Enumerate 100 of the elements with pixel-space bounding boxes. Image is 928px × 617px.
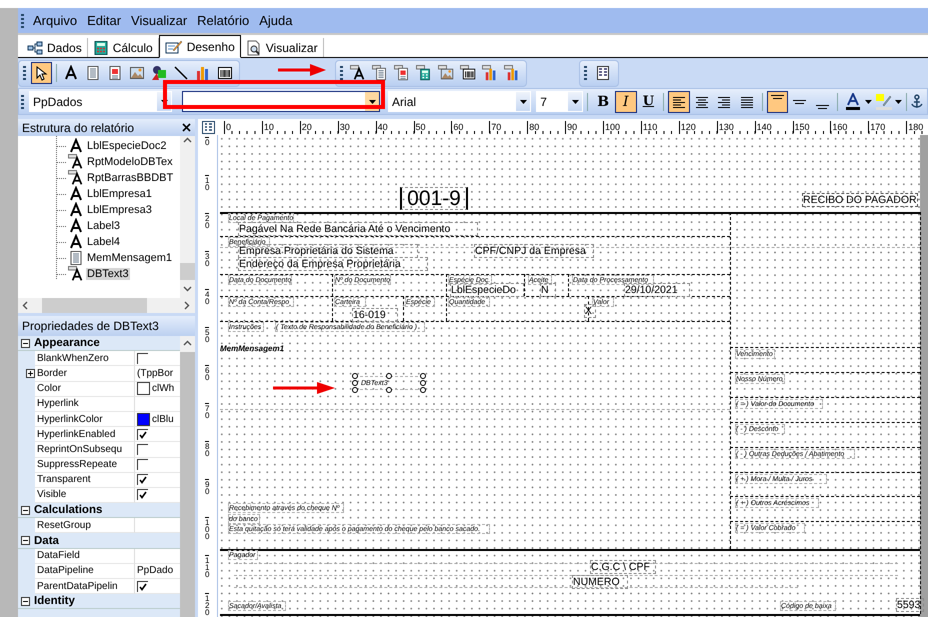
tree-item[interactable]: LblEmpresa1 bbox=[68, 186, 153, 202]
bank-code[interactable]: 001-9 bbox=[400, 187, 468, 210]
property-value-cell[interactable] bbox=[135, 427, 180, 442]
scroll-up-icon[interactable] bbox=[183, 339, 192, 348]
ruler-label: 20 bbox=[205, 213, 210, 230]
field-value[interactable]: 29/10/2021 bbox=[624, 283, 690, 297]
underline-button[interactable]: U bbox=[638, 90, 660, 112]
checkbox[interactable] bbox=[137, 580, 148, 592]
tree-item[interactable]: LblEspecieDoc2 bbox=[68, 138, 168, 154]
data-chart-icon bbox=[482, 65, 498, 81]
scroll-right-icon[interactable] bbox=[182, 301, 191, 310]
checkbox[interactable] bbox=[137, 428, 148, 440]
field-value[interactable]: Pagável Na Rede Bancária Até o Vencimento bbox=[238, 222, 478, 236]
ruler-label: 70 bbox=[489, 121, 502, 133]
field-value[interactable]: Endereço da Empresa Proprietária bbox=[238, 257, 428, 271]
property-value: clBlu bbox=[152, 414, 174, 425]
ruler-label: 90 bbox=[205, 479, 210, 496]
property-value-cell[interactable]: clBlu bbox=[135, 412, 180, 428]
field-value[interactable]: Empresa Proprietária do Sistema bbox=[238, 244, 418, 258]
pencil-form-icon bbox=[164, 40, 183, 54]
tab[interactable]: Dados bbox=[22, 38, 88, 57]
menu-item[interactable]: Arquivo bbox=[28, 11, 82, 30]
label-icon bbox=[63, 65, 80, 81]
anchor-icon[interactable] bbox=[911, 94, 924, 110]
field-value[interactable]: N bbox=[540, 283, 556, 297]
shapes-icon bbox=[150, 65, 167, 81]
field-value[interactable]: 5593 bbox=[896, 598, 924, 612]
align-center-icon bbox=[694, 94, 710, 108]
expand-icon[interactable] bbox=[26, 369, 35, 378]
property-value-cell[interactable] bbox=[135, 488, 180, 504]
property-value-cell[interactable]: (TppBor bbox=[135, 366, 180, 382]
ruler-corner-icon[interactable] bbox=[202, 120, 214, 134]
property-name: DataField bbox=[35, 548, 135, 564]
ruler-label: 0 bbox=[205, 137, 210, 146]
ruler-label: 30 bbox=[205, 251, 210, 268]
field-value[interactable]: C.G.C \ CPF bbox=[590, 560, 656, 574]
tree-item[interactable]: MemMensagem1 bbox=[68, 250, 173, 266]
tree-item[interactable]: RptModeloDBTex bbox=[68, 154, 174, 170]
align-button[interactable] bbox=[668, 90, 690, 112]
font-dropdown[interactable]: Arial bbox=[388, 91, 532, 112]
property-value-cell[interactable] bbox=[135, 518, 180, 534]
font-size-dropdown[interactable]: 7 bbox=[536, 91, 584, 112]
pipeline-dropdown[interactable]: PpDados bbox=[29, 91, 172, 112]
band-label[interactable]: MemMensagem1 bbox=[220, 343, 292, 354]
menu-item[interactable]: Visualizar bbox=[126, 11, 192, 30]
scroll-left-icon[interactable] bbox=[21, 301, 30, 310]
tab[interactable]: Desenho bbox=[158, 35, 241, 58]
checkbox[interactable] bbox=[137, 352, 148, 364]
property-value-cell[interactable]: clWh bbox=[135, 382, 180, 397]
tab[interactable]: Visualizar bbox=[240, 38, 324, 57]
property-value-cell[interactable] bbox=[135, 548, 180, 564]
resize-handle[interactable] bbox=[386, 387, 392, 393]
property-value-cell[interactable]: PpDado bbox=[135, 564, 180, 579]
field-value[interactable]: NUMERO bbox=[572, 575, 628, 589]
receipt-title[interactable]: RECIBO DO PAGADOR bbox=[802, 193, 918, 207]
checkbox[interactable] bbox=[137, 444, 148, 455]
scroll-up-icon[interactable] bbox=[183, 136, 192, 145]
scrollbar[interactable] bbox=[180, 136, 195, 298]
menu-item[interactable]: Editar bbox=[82, 11, 126, 30]
field-value[interactable]: LblEspecieDo bbox=[450, 283, 524, 297]
tree-item[interactable]: RptBarrasBBDBT bbox=[68, 170, 174, 186]
checkbox[interactable] bbox=[137, 459, 148, 470]
bold-button[interactable]: B bbox=[592, 90, 614, 112]
scroll-down-icon[interactable] bbox=[183, 284, 192, 293]
collapse-icon[interactable] bbox=[21, 506, 30, 515]
table-icon bbox=[595, 65, 611, 81]
menu-item[interactable]: Relatório bbox=[192, 11, 254, 30]
scrollbar[interactable] bbox=[18, 298, 195, 313]
field-value[interactable]: 16-019 bbox=[352, 308, 398, 322]
ruler-label: 60 bbox=[451, 121, 464, 133]
dropdown-arrow-icon bbox=[160, 100, 168, 104]
property-value-cell[interactable] bbox=[135, 442, 180, 458]
checkbox[interactable] bbox=[137, 474, 148, 486]
property-value-cell[interactable] bbox=[135, 472, 180, 488]
tab[interactable]: Cálculo bbox=[88, 38, 159, 57]
scrollbar-thumb[interactable] bbox=[180, 263, 195, 280]
property-name: ResetGroup bbox=[35, 518, 135, 534]
close-icon[interactable] bbox=[182, 123, 191, 132]
tree-item[interactable]: LblEmpresa3 bbox=[68, 202, 153, 218]
field-value[interactable]: CPF/CNPJ da Empresa bbox=[474, 244, 594, 258]
highlighter-icon bbox=[874, 92, 893, 110]
collapse-icon[interactable] bbox=[21, 596, 30, 606]
menu-item[interactable]: Ajuda bbox=[254, 11, 298, 30]
italic-button[interactable]: I bbox=[614, 90, 637, 112]
panel-title: Propriedades de DBText3 bbox=[22, 319, 159, 333]
label-icon bbox=[68, 218, 84, 234]
resize-handle[interactable] bbox=[386, 373, 392, 379]
data-label-icon bbox=[68, 266, 84, 282]
tree-item[interactable]: Label3 bbox=[68, 218, 122, 234]
tool-button[interactable] bbox=[31, 62, 52, 84]
property-value-cell[interactable] bbox=[135, 351, 180, 366]
property-value-cell[interactable] bbox=[135, 579, 180, 594]
vertical-align-button[interactable] bbox=[766, 90, 788, 112]
collapse-icon[interactable] bbox=[21, 338, 30, 348]
property-value-cell[interactable] bbox=[135, 458, 180, 473]
property-value-cell[interactable] bbox=[135, 396, 180, 412]
collapse-icon[interactable] bbox=[21, 536, 30, 546]
tree-item[interactable]: Label4 bbox=[68, 234, 122, 250]
scrollbar-thumb[interactable] bbox=[42, 298, 147, 313]
checkbox[interactable] bbox=[137, 489, 148, 500]
